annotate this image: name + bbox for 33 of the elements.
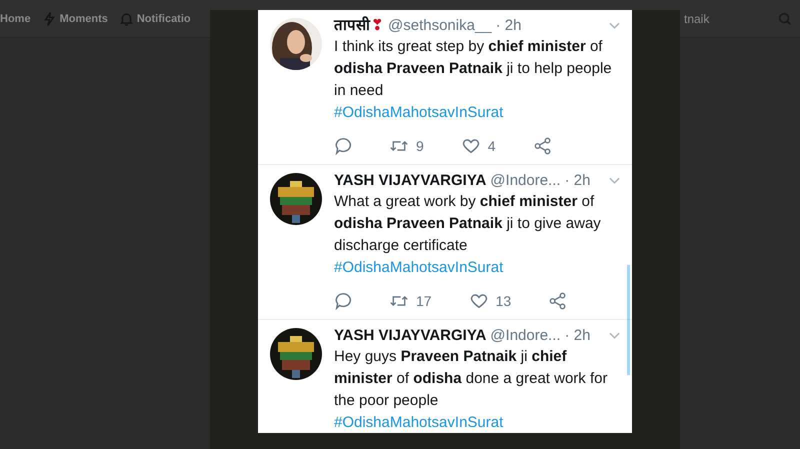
tweet-time[interactable]: · 2h <box>564 171 590 191</box>
author-name[interactable]: तापसी <box>334 16 370 36</box>
author-name[interactable]: YASH VIJAYVARGIYA <box>334 171 486 191</box>
tweet-time[interactable]: · 2h <box>564 326 590 346</box>
heart-icon[interactable] <box>462 137 480 155</box>
bell-icon <box>120 10 133 26</box>
author-handle[interactable]: @sethsonika__ <box>388 16 492 36</box>
nav-tab[interactable]: Home <box>0 12 31 24</box>
share-icon[interactable] <box>534 137 552 155</box>
hashtag-link[interactable]: #OdishaMahotsavInSurat <box>334 257 620 279</box>
tweet-time[interactable]: · 2h <box>496 16 522 36</box>
tweet-text: Hey guys Praveen Patnaik ji chief minister of odisha done a great work for the poor people <box>334 347 608 411</box>
retweet-count: 17 <box>416 293 432 309</box>
search-field[interactable]: tnaik <box>684 12 710 26</box>
reply-icon[interactable] <box>334 292 352 310</box>
nav-tab[interactable]: Moments <box>42 10 108 26</box>
hashtag-link[interactable]: #OdishaMahotsavInSurat <box>334 102 620 124</box>
author-name[interactable]: YASH VIJAYVARGIYA <box>334 326 486 346</box>
share-icon[interactable] <box>549 292 568 310</box>
lightning-icon <box>42 10 56 26</box>
tweet-text: What a great work by chief minister of odisha Praveen Patnaik ji to give away discharge certificate <box>334 192 602 256</box>
tweet-text: I think its great step by chief minister of odisha Praveen Patnaik ji to help people in need <box>334 37 613 101</box>
nav-tab[interactable]: Notificatio <box>120 10 191 26</box>
retweet-count: 9 <box>416 138 424 154</box>
like-count: 13 <box>496 293 512 309</box>
scrollbar[interactable] <box>627 265 630 375</box>
reply-icon[interactable] <box>334 137 352 155</box>
heart-icon[interactable] <box>470 292 488 310</box>
author-handle[interactable]: @Indore... <box>490 171 561 191</box>
hashtag-link[interactable]: #OdishaMahotsavInSurat <box>334 412 620 433</box>
like-count: 4 <box>488 138 496 154</box>
author-handle[interactable]: @Indore... <box>490 326 561 346</box>
heart-emoji: ❣ <box>371 16 384 36</box>
